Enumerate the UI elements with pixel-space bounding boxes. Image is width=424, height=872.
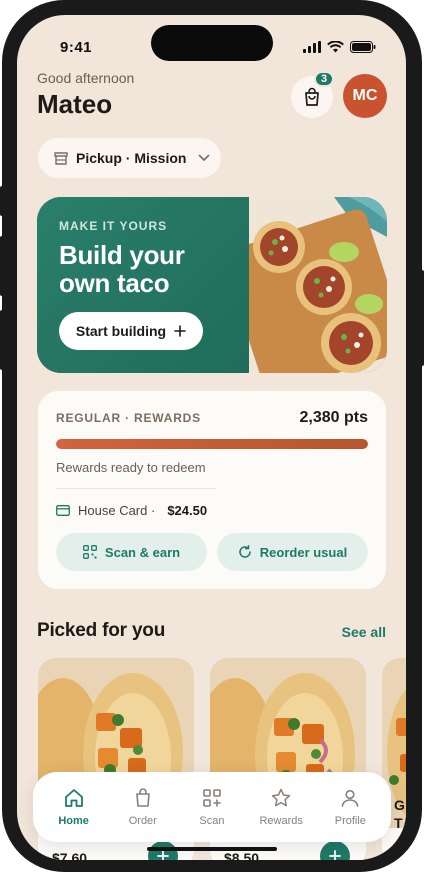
bag-icon	[135, 788, 150, 807]
add-to-cart-button[interactable]	[320, 841, 350, 860]
signal-icon	[303, 41, 321, 53]
tab-order[interactable]: Order	[111, 787, 175, 827]
rewards-title: REGULAR · REWARDS	[56, 411, 201, 425]
avatar[interactable]: MC	[343, 74, 387, 118]
wifi-icon	[327, 41, 344, 53]
tab-profile-label: Profile	[334, 815, 366, 827]
chevron-down-icon	[199, 154, 210, 161]
rewards-progress-bar	[56, 439, 368, 449]
pickup-location-selector[interactable]: Pickup · Mission	[38, 138, 221, 178]
scan-earn-label: Scan & earn	[104, 544, 181, 560]
plus-icon	[174, 325, 186, 337]
reorder-usual-label: Reorder usual	[259, 544, 348, 560]
battery-icon	[350, 41, 376, 53]
person-icon	[342, 789, 359, 807]
hero-eyebrow: MAKE IT YOURS	[59, 219, 168, 233]
hero-title: Build your own taco	[59, 240, 185, 298]
cart-count-badge: 3	[314, 71, 334, 87]
tab-rewards-label: Rewards	[259, 815, 303, 827]
phone-power-button	[419, 270, 424, 366]
tab-order-label: Order	[128, 815, 157, 827]
start-building-button[interactable]: Start building	[59, 312, 203, 350]
menu-item-price: $8.50	[224, 850, 260, 860]
scan-icon	[203, 789, 221, 807]
store-icon	[54, 151, 68, 165]
rewards-status: Rewards ready to redeem	[56, 460, 206, 475]
start-building-label: Start building	[75, 323, 167, 339]
credit-card-icon	[56, 505, 70, 516]
greeting-text: Good afternoon	[37, 70, 135, 86]
tacos-photo	[249, 197, 387, 373]
pickup-location-label: Pickup · Mission	[76, 150, 187, 166]
picked-for-you-title: Picked for you	[37, 620, 166, 641]
home-icon	[64, 789, 83, 807]
home-indicator	[147, 847, 277, 851]
status-bar: 9:41	[17, 15, 406, 67]
rewards-points: 2,380 pts	[299, 409, 368, 426]
tab-scan-label: Scan	[199, 815, 225, 827]
house-card-amount: $24.50	[167, 503, 208, 518]
phone-side-button	[0, 186, 5, 216]
status-time: 9:41	[60, 39, 93, 56]
see-all-link[interactable]: See all	[342, 624, 386, 640]
menu-item-name: G T	[394, 797, 405, 831]
rewards-progress-fill	[56, 439, 368, 449]
tab-profile[interactable]: Profile	[318, 787, 382, 827]
star-icon	[271, 788, 291, 807]
phone-volume-up	[0, 236, 5, 296]
reorder-usual-button[interactable]: Reorder usual	[217, 533, 368, 571]
tab-home-label: Home	[58, 815, 89, 827]
tab-rewards[interactable]: Rewards	[249, 787, 313, 827]
house-card-balance[interactable]: House Card · $24.50	[56, 503, 207, 518]
menu-item-price: $7.60	[52, 850, 88, 860]
tab-scan[interactable]: Scan	[180, 787, 244, 827]
user-name: Mateo	[37, 89, 113, 119]
rewards-card: REGULAR · REWARDS 2,380 pts Rewards read…	[38, 391, 386, 589]
phone-volume-down	[0, 310, 5, 370]
dynamic-island	[151, 25, 273, 61]
plus-icon	[157, 850, 169, 860]
scan-earn-button[interactable]: Scan & earn	[56, 533, 207, 571]
bottom-tab-bar: Home Order Scan Rewards Profile	[33, 772, 391, 842]
status-icons	[303, 41, 376, 53]
plus-icon	[329, 850, 341, 860]
refresh-icon	[239, 545, 251, 558]
build-taco-hero[interactable]: MAKE IT YOURS Build your own taco Start …	[37, 197, 387, 373]
app-screen: 9:41 Good afternoon Mateo 3 MC Pickup · …	[17, 15, 406, 860]
bag-icon	[305, 87, 319, 106]
qr-icon	[82, 545, 97, 559]
tab-home[interactable]: Home	[42, 787, 106, 827]
house-card-label: House Card ·	[78, 503, 156, 518]
rewards-divider	[56, 488, 216, 489]
